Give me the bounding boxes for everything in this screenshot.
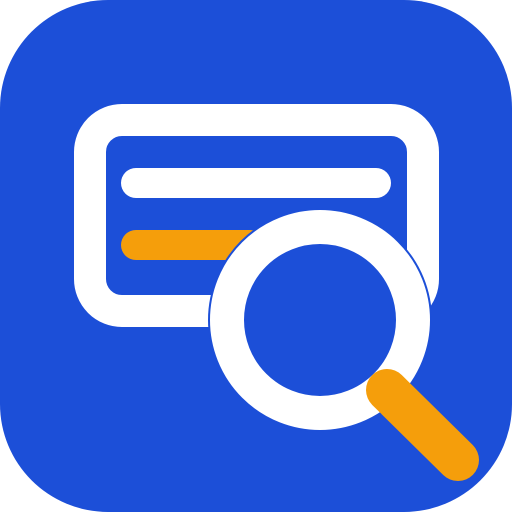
app-icon — [0, 0, 512, 512]
credit-card-search-icon — [0, 0, 512, 512]
